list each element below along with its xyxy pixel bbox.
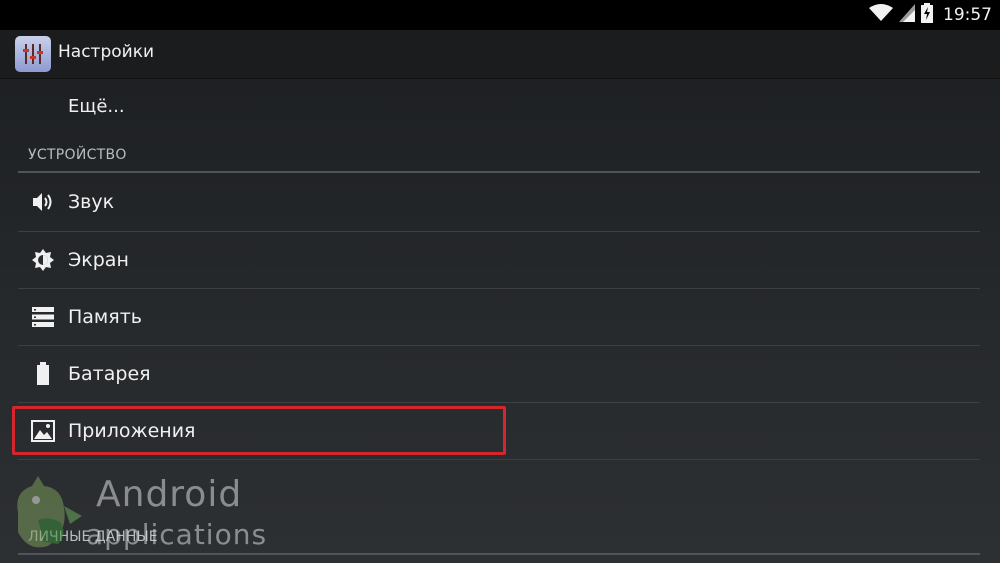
list-item-storage[interactable]: Память bbox=[18, 289, 980, 345]
row-divider bbox=[18, 459, 980, 460]
watermark-text-line2: applications bbox=[86, 518, 268, 551]
list-item-more[interactable]: Ещё... bbox=[68, 96, 125, 117]
watermark-text-line1: Android bbox=[96, 474, 243, 515]
list-item-label: Звук bbox=[68, 191, 115, 213]
battery-charging-icon bbox=[921, 3, 933, 27]
action-bar: Настройки bbox=[0, 30, 1000, 79]
wifi-icon bbox=[869, 4, 893, 26]
page-title: Настройки bbox=[58, 42, 155, 62]
highlight-frame bbox=[12, 406, 506, 455]
brightness-icon bbox=[30, 247, 56, 273]
status-bar: 19:57 bbox=[0, 0, 1000, 30]
section-divider bbox=[18, 171, 980, 173]
list-item-label: Экран bbox=[68, 249, 129, 271]
android-mascot-logo bbox=[17, 476, 82, 548]
signal-icon bbox=[899, 4, 915, 26]
list-item-battery[interactable]: Батарея bbox=[18, 346, 980, 402]
section-header-device: УСТРОЙСТВО bbox=[28, 147, 127, 163]
storage-icon bbox=[30, 304, 56, 330]
speaker-icon bbox=[30, 189, 56, 215]
settings-screen: 19:57 Настройки Ещё... УСТРОЙСТВО Звук Э… bbox=[0, 0, 1000, 563]
list-item-label: Память bbox=[68, 306, 142, 328]
status-icons: 19:57 bbox=[869, 3, 992, 27]
list-item-label: Батарея bbox=[68, 363, 151, 385]
battery-icon bbox=[30, 361, 56, 387]
status-time: 19:57 bbox=[943, 5, 992, 25]
list-item-display[interactable]: Экран bbox=[18, 232, 980, 288]
list-item-sound[interactable]: Звук bbox=[18, 174, 980, 230]
settings-sliders-icon[interactable] bbox=[15, 36, 51, 72]
watermark: Android applications bbox=[8, 472, 268, 562]
